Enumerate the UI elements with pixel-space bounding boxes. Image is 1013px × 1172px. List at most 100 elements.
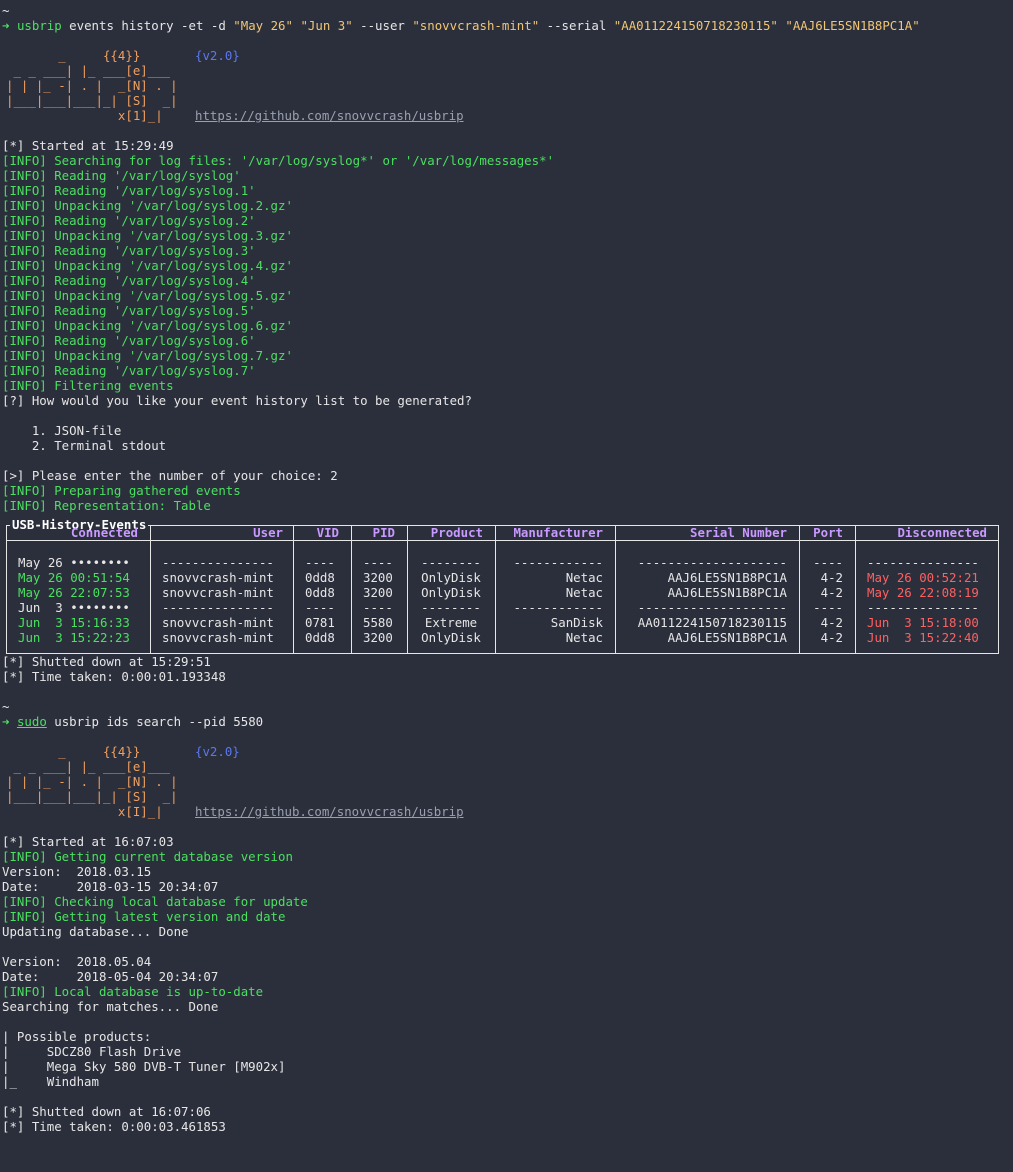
table-cell: 3200 — [363, 630, 393, 645]
table-cell: snovvcrash-mint — [162, 615, 274, 630]
cmd-date-from: "May 26" — [233, 18, 293, 33]
date-current: Date: 2018-03-15 20:34:07 — [2, 879, 219, 894]
cmd-serial-flag: --serial — [539, 18, 614, 33]
shutdown-line: [*] Shutted down at 15:29:51 — [2, 654, 211, 669]
github-link[interactable]: https://github.com/snovvcrash/usbrip — [195, 108, 464, 123]
table-cell: May 26 22:08:19 — [867, 585, 979, 600]
info-log-line: [INFO] Reading '/var/log/syslog.4' — [2, 273, 256, 288]
table-cell: -------- — [421, 555, 481, 570]
table-header-vid[interactable]: VID — [293, 525, 339, 540]
version-label: {v2.0} — [195, 744, 240, 759]
info-log-line: [INFO] Unpacking '/var/log/syslog.5.gz' — [2, 288, 293, 303]
info-log-line: [INFO] Unpacking '/var/log/syslog.3.gz' — [2, 228, 293, 243]
table-cell: AA011224150718230115 — [637, 615, 787, 630]
table-column-divider — [293, 525, 294, 654]
usbrip-logo-ascii: _ {{4}} _ _ ___| |_ ___[e]___ | | |_ -| .… — [6, 744, 178, 819]
terminal-window[interactable]: ~ ➜ usbrip events history -et -d "May 26… — [0, 0, 1013, 1134]
table-header-manufacturer[interactable]: Manufacturer — [495, 525, 603, 540]
started-line: [*] Started at 15:29:49 — [2, 138, 174, 153]
usbrip-banner: _ {{4}} _ _ ___| |_ ___[e]___ | | |_ -| .… — [2, 48, 1013, 123]
table-column-divider — [855, 525, 856, 654]
cmd-date-to: "Jun 3" — [300, 18, 353, 33]
option-stdout: 2. Terminal stdout — [2, 438, 167, 453]
table-cell: AAJ6LE5SN1B8PC1A — [667, 630, 787, 645]
prompt-cwd-2: ~ — [2, 699, 10, 714]
table-cell: --------------- — [867, 555, 979, 570]
table-cell: Netac — [565, 630, 603, 645]
table-header-divider — [6, 540, 999, 541]
info-getting-version: [INFO] Getting current database version — [2, 849, 293, 864]
table-cell: OnlyDisk — [421, 630, 481, 645]
product-item: |_ Windham — [2, 1074, 99, 1089]
table-cell: Jun 3 15:22:23 — [18, 630, 130, 645]
table-cell: Jun 3 15:18:00 — [867, 615, 979, 630]
table-cell: ---- — [813, 555, 843, 570]
cmd-args: events history -et -d — [61, 18, 234, 33]
command-line-1[interactable]: ➜ usbrip events history -et -d "May 26" … — [2, 18, 1013, 33]
table-cell: May 26 22:07:53 — [18, 585, 130, 600]
cmd-user-flag: --user — [352, 18, 413, 33]
info-log-line: [INFO] Reading '/var/log/syslog.1' — [2, 183, 256, 198]
table-cell: snovvcrash-mint — [162, 585, 274, 600]
table-cell: snovvcrash-mint — [162, 630, 274, 645]
possible-products-header: | Possible products: — [2, 1029, 152, 1044]
table-cell: ---- — [363, 555, 393, 570]
info-log-line: [INFO] Unpacking '/var/log/syslog.7.gz' — [2, 348, 293, 363]
table-cell: 0dd8 — [305, 630, 335, 645]
choice-prompt[interactable]: [>] Please enter the number of your choi… — [2, 468, 1013, 483]
table-cell: 4-2 — [820, 570, 843, 585]
table-cell: --------------- — [162, 555, 274, 570]
info-checking: [INFO] Checking local database for updat… — [2, 894, 308, 909]
github-link[interactable]: https://github.com/snovvcrash/usbrip — [195, 804, 464, 819]
table-cell: ---- — [813, 600, 843, 615]
info-log-line: [INFO] Unpacking '/var/log/syslog.6.gz' — [2, 318, 293, 333]
info-uptodate: [INFO] Local database is up-to-date — [2, 984, 264, 999]
cmd-sudo: sudo — [16, 714, 47, 729]
table-cell: 0dd8 — [305, 570, 335, 585]
searching-line: Searching for matches... Done — [2, 999, 219, 1014]
shutdown-line-2: [*] Shutted down at 16:07:06 — [2, 1104, 211, 1119]
table-cell: snovvcrash-mint — [162, 570, 274, 585]
date-latest: Date: 2018-05-04 20:34:07 — [2, 969, 219, 984]
table-cell: Netac — [565, 570, 603, 585]
table-header-disconnected[interactable]: Disconnected — [855, 525, 987, 540]
question-line: [?] How would you like your event histor… — [2, 393, 472, 408]
table-header-product[interactable]: Product — [407, 525, 483, 540]
table-cell: Jun 3 15:16:33 — [18, 615, 130, 630]
info-log-line: [INFO] Filtering events — [2, 378, 174, 393]
table-cell: AAJ6LE5SN1B8PC1A — [667, 570, 787, 585]
started-line-2: [*] Started at 16:07:03 — [2, 834, 174, 849]
table-cell: 0dd8 — [305, 585, 335, 600]
table-cell: May 26 00:52:21 — [867, 570, 979, 585]
table-cell: May 26 00:51:54 — [18, 570, 130, 585]
usbrip-logo-ascii: _ {{4}} _ _ ___| |_ ___[e]___ | | |_ -| .… — [6, 48, 178, 123]
product-item: | Mega Sky 580 DVB-T Tuner [M902x] — [2, 1059, 286, 1074]
table-header-pid[interactable]: PID — [351, 525, 395, 540]
time-taken-line: [*] Time taken: 0:00:01.193348 — [2, 669, 226, 684]
table-header-serial-number[interactable]: Serial Number — [615, 525, 787, 540]
table-header-port[interactable]: Port — [799, 525, 843, 540]
info-log-line: [INFO] Reading '/var/log/syslog.2' — [2, 213, 256, 228]
cmd-serial-1: "AA011224150718230115" — [613, 18, 778, 33]
usb-history-table: USB-History-Events Connected User VID PID Pr… — [6, 517, 999, 654]
table-cell: ------------ — [513, 600, 603, 615]
table-cell: ---- — [363, 600, 393, 615]
table-cell: -------- — [421, 600, 481, 615]
updating-line: Updating database... Done — [2, 924, 189, 939]
table-cell: 3200 — [363, 570, 393, 585]
table-cell: 5580 — [363, 615, 393, 630]
info-preparing: [INFO] Preparing gathered events — [2, 483, 241, 498]
command-line-2[interactable]: ➜ sudo usbrip ids search --pid 5580 — [2, 714, 1013, 729]
table-cell: 4-2 — [820, 615, 843, 630]
table-cell: Netac — [565, 585, 603, 600]
table-column-divider — [351, 525, 352, 654]
info-log-line: [INFO] Unpacking '/var/log/syslog.4.gz' — [2, 258, 293, 273]
info-log-line: [INFO] Reading '/var/log/syslog.3' — [2, 243, 256, 258]
table-cell: -------------------- — [637, 555, 787, 570]
table-header-connected[interactable]: Connected — [6, 525, 138, 540]
table-cell: ------------ — [513, 555, 603, 570]
table-cell: --------------- — [867, 600, 979, 615]
table-header-user[interactable]: User — [150, 525, 283, 540]
cmd-serial-2: "AAJ6LE5SN1B8PC1A" — [785, 18, 920, 33]
table-cell: May 26 •••••••• — [18, 555, 130, 570]
